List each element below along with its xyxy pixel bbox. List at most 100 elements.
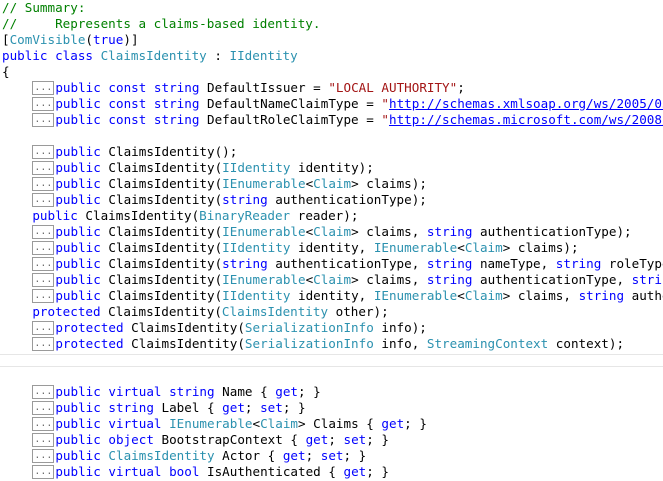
collapsed-region-marker[interactable]: ... [32, 240, 55, 255]
code-line[interactable]: protected ClaimsIdentity(ClaimsIdentity … [2, 304, 388, 320]
type-name: SerializationInfo [244, 320, 374, 335]
code-line[interactable]: ... public object BootstrapContext { get;… [2, 432, 389, 448]
collapsed-region-marker[interactable]: ... [32, 320, 55, 335]
code-line[interactable]: ... public ClaimsIdentity(IIdentity ident… [2, 160, 374, 176]
code-text: > claims, [351, 224, 427, 239]
keyword: public class [2, 48, 101, 63]
code-text: < [457, 240, 465, 255]
type-name: BinaryReader [199, 208, 291, 223]
code-line[interactable]: { [2, 64, 10, 80]
url-link[interactable]: http://schemas.xmlsoap.org/ws/2005/05/id… [389, 96, 663, 111]
collapsed-region-marker[interactable]: ... [32, 224, 55, 239]
type-name: IEnumerable [222, 272, 306, 287]
collapsed-region-marker[interactable]: ... [32, 288, 55, 303]
code-text: authenticationType, [631, 288, 663, 303]
current-line-highlight [0, 354, 663, 367]
keyword: public [55, 240, 109, 255]
collapsed-region-marker[interactable]: ... [32, 272, 55, 287]
collapsed-region-marker[interactable]: ... [32, 144, 55, 159]
code-text: IsAuthenticated { [207, 464, 344, 479]
keyword: string [222, 256, 268, 271]
code-text: Actor { [214, 448, 283, 463]
keyword: set [320, 448, 344, 463]
code-line[interactable]: ... public ClaimsIdentity(string authenti… [2, 256, 663, 272]
keyword: protected [32, 304, 109, 319]
collapsed-region-marker[interactable]: ... [32, 384, 55, 399]
code-line[interactable]: public ClaimsIdentity(BinaryReader reade… [2, 208, 358, 224]
code-text: Name { [222, 384, 276, 399]
keyword: public const string [55, 112, 207, 127]
code-line[interactable]: // Represents a claims-based identity. [2, 16, 320, 32]
code-line[interactable]: ... public ClaimsIdentity(IEnumerable<Cla… [2, 272, 663, 288]
collapsed-region-marker[interactable]: ... [32, 432, 55, 447]
keyword: public virtual bool [55, 464, 207, 479]
keyword: public const string [55, 80, 207, 95]
code-line[interactable]: ... public ClaimsIdentity(IEnumerable<Cla… [2, 176, 427, 192]
code-text: ClaimsIdentity( [108, 272, 223, 287]
keyword: get [381, 416, 405, 431]
code-line[interactable]: ... public ClaimsIdentity(IEnumerable<Cla… [2, 224, 632, 240]
code-line[interactable]: [ComVisible(true)] [2, 32, 139, 48]
code-line[interactable]: ... public virtual IEnumerable<Claim> Cla… [2, 416, 427, 432]
code-text: identity, [290, 288, 374, 303]
code-line[interactable]: ... public ClaimsIdentity(IIdentity ident… [2, 288, 663, 304]
code-line[interactable]: ... public ClaimsIdentity Actor { get; se… [2, 448, 366, 464]
keyword: public [55, 160, 109, 175]
keyword: string [578, 288, 625, 303]
collapsed-region-marker[interactable]: ... [32, 256, 55, 271]
collapsed-region-marker[interactable]: ... [32, 160, 55, 175]
collapsed-region-marker[interactable]: ... [32, 400, 55, 415]
code-text: context); [548, 336, 625, 351]
collapsed-region-marker[interactable]: ... [32, 112, 55, 127]
code-text: ; } [366, 464, 389, 479]
code-text: identity, [290, 240, 374, 255]
code-line[interactable]: ... public string Label { get; set; } [2, 400, 306, 416]
keyword: public [55, 448, 109, 463]
collapsed-region-marker[interactable]: ... [32, 176, 55, 191]
keyword: public virtual string [55, 384, 223, 399]
code-line[interactable]: ... public ClaimsIdentity(string authenti… [2, 192, 427, 208]
collapsed-region-marker[interactable]: ... [32, 80, 55, 95]
type-name: Claim [464, 240, 503, 255]
collapsed-region-marker[interactable]: ... [32, 96, 55, 111]
collapsed-region-marker[interactable]: ... [32, 464, 55, 479]
code-line[interactable]: ... public virtual string Name { get; } [2, 384, 321, 400]
keyword: public const string [55, 96, 207, 111]
keyword: string [555, 256, 602, 271]
collapsed-region-marker[interactable]: ... [32, 448, 55, 463]
url-link[interactable]: http://schemas.microsoft.com/ws/2008/06/… [389, 112, 663, 127]
code-text: : [206, 48, 230, 63]
code-text: ; [305, 448, 321, 463]
collapsed-region-marker[interactable]: ... [32, 336, 55, 351]
code-line[interactable]: ... public ClaimsIdentity(); [2, 144, 237, 160]
code-text: DefaultNameClaimType = [207, 96, 382, 111]
keyword: set [343, 432, 367, 447]
code-line[interactable]: ... public const string DefaultNameClaimT… [2, 96, 663, 112]
type-name: ClaimsIdentity [108, 448, 215, 463]
code-line[interactable]: ... public virtual bool IsAuthenticated {… [2, 464, 389, 480]
keyword: string [222, 192, 268, 207]
collapsed-region-marker[interactable]: ... [32, 416, 55, 431]
code-editor[interactable]: // Summary:// Represents a claims-based … [0, 0, 663, 481]
code-line[interactable]: ... protected ClaimsIdentity(Serializatio… [2, 320, 427, 336]
string-literal: " [381, 112, 389, 127]
collapsed-region-marker[interactable]: ... [32, 192, 55, 207]
code-line[interactable]: // Summary: [2, 0, 85, 16]
code-line[interactable]: ... public const string DefaultRoleClaimT… [2, 112, 663, 128]
type-name: IIdentity [222, 288, 291, 303]
code-line[interactable]: ... public ClaimsIdentity(IIdentity ident… [2, 240, 579, 256]
code-line[interactable]: ... protected ClaimsIdentity(Serializatio… [2, 336, 624, 352]
code-line[interactable]: public class ClaimsIdentity : IIdentity [2, 48, 298, 64]
code-text: BootstrapContext { [161, 432, 306, 447]
code-text: > claims); [351, 176, 427, 191]
code-text: roleType); [608, 256, 663, 271]
code-line[interactable]: ... public const string DefaultIssuer = "… [2, 80, 465, 96]
